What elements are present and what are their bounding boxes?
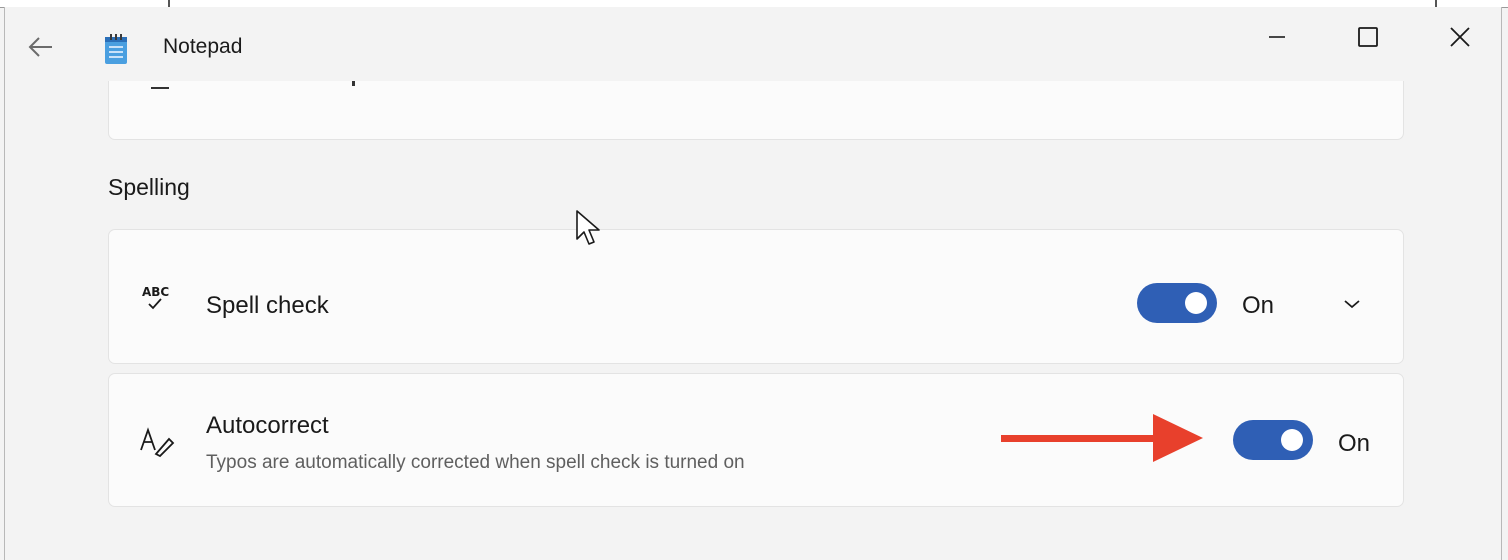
back-arrow-icon [28, 37, 52, 57]
toggle-knob [1185, 292, 1207, 314]
background-divider [1435, 0, 1437, 7]
chevron-down-icon [1344, 300, 1360, 309]
spell-check-icon: ABC [142, 285, 169, 310]
svg-text:ABC: ABC [142, 285, 169, 299]
clipped-text [352, 81, 355, 86]
autocorrect-card: Autocorrect Typos are automatically corr… [108, 373, 1404, 507]
app-title: Notepad [163, 35, 243, 58]
autocorrect-label: Autocorrect [206, 412, 329, 439]
minimize-icon [1269, 36, 1285, 38]
maximize-button[interactable] [1345, 17, 1391, 57]
spell-check-expand-button[interactable] [1340, 292, 1364, 316]
toggle-knob [1281, 429, 1303, 451]
notepad-icon [105, 34, 127, 64]
autocorrect-toggle-state: On [1338, 430, 1371, 457]
title-bar[interactable]: Notepad [5, 7, 1501, 87]
notepad-settings-window: Notepad Spelling ABC Spell check On Auto… [4, 7, 1502, 560]
spell-check-card[interactable]: ABC Spell check On [108, 229, 1404, 364]
spell-check-toggle[interactable] [1137, 283, 1217, 323]
screen: Notepad Spelling ABC Spell check On Auto… [0, 0, 1508, 560]
maximize-icon [1358, 27, 1378, 47]
autocorrect-icon [140, 427, 175, 458]
close-icon [1450, 27, 1470, 47]
mouse-cursor-icon [576, 210, 600, 245]
previous-setting-card [108, 81, 1404, 140]
red-arrow-annotation-icon [1001, 414, 1203, 462]
back-button[interactable] [23, 29, 59, 65]
close-button[interactable] [1437, 17, 1483, 57]
spell-check-toggle-state: On [1242, 292, 1275, 319]
autocorrect-toggle[interactable] [1233, 420, 1313, 460]
spell-check-label: Spell check [206, 292, 329, 319]
section-title-spelling: Spelling [108, 174, 190, 200]
clipped-icon [151, 81, 169, 89]
background-divider [168, 0, 170, 7]
autocorrect-description: Typos are automatically corrected when s… [206, 452, 745, 473]
minimize-button[interactable] [1254, 17, 1300, 57]
